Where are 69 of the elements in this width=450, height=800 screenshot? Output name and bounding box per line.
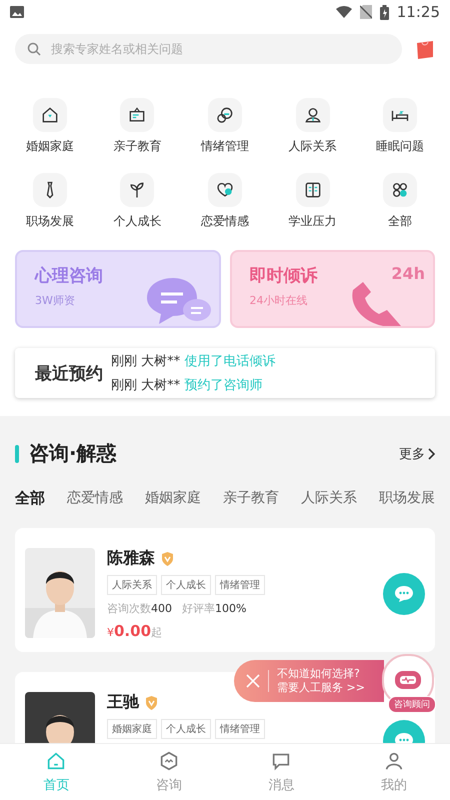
search-bar[interactable]: 搜索专家姓名或相关问题 [15, 34, 402, 64]
filter-tab[interactable]: 恋爱情感 [67, 489, 123, 508]
stat-text: 好评率100% [182, 601, 246, 616]
booking-line: 刚刚 大树** 预约了咨询师 [111, 377, 264, 394]
category-button[interactable] [120, 173, 154, 207]
bubbles-icon [214, 105, 235, 125]
robot-icon [393, 668, 423, 692]
topic-tag: 婚姻家庭 [107, 719, 157, 739]
category-label[interactable]: 个人成长 [113, 213, 162, 230]
category-label[interactable]: 睡眠问题 [376, 138, 424, 155]
chevron-right-icon [427, 448, 435, 460]
category-label[interactable]: 人际关系 [288, 138, 337, 155]
stat-text: 咨询次数400 [107, 601, 172, 616]
close-icon [246, 674, 260, 688]
category-label[interactable]: 情绪管理 [200, 138, 249, 155]
filter-tab[interactable]: 职场发展 [379, 489, 435, 508]
category-button[interactable] [383, 173, 418, 207]
banner-title: 即时倾诉 [250, 265, 318, 287]
book-icon [302, 180, 323, 200]
category-label[interactable]: 婚姻家庭 [26, 138, 74, 155]
category-button[interactable] [32, 98, 67, 132]
topic-tag: 人际关系 [107, 575, 157, 595]
price-text: ¥0.00起 [107, 622, 164, 640]
filter-tab[interactable]: 全部 [15, 489, 45, 508]
category-button[interactable] [208, 98, 242, 132]
expert-name: 陈雅森 [107, 548, 155, 569]
search-icon [27, 42, 41, 56]
hours-label: 24h [391, 264, 425, 283]
gift-bag-icon[interactable] [416, 39, 434, 59]
wifi-icon [336, 6, 352, 18]
category-label[interactable]: 职场发展 [26, 213, 74, 230]
verified-shield-icon [161, 552, 174, 566]
filter-tab[interactable]: 亲子教育 [223, 489, 279, 508]
category-button[interactable] [32, 173, 67, 207]
topic-tag: 情绪管理 [215, 575, 265, 595]
more-link[interactable]: 更多 [399, 444, 435, 462]
category-label[interactable]: 全部 [388, 213, 412, 230]
category-button[interactable] [120, 98, 154, 132]
category-label[interactable]: 学业压力 [288, 213, 337, 230]
section-title: 咨询·解惑 [29, 440, 117, 467]
category-button[interactable] [208, 173, 242, 207]
category-button[interactable] [296, 98, 330, 132]
status-time: 11:25 [396, 3, 440, 21]
filter-tab[interactable]: 人际关系 [301, 489, 357, 508]
banner-subtitle: 3W师资 [35, 293, 75, 308]
category-button[interactable] [383, 98, 418, 132]
topic-tag: 情绪管理 [215, 719, 265, 739]
category-button[interactable] [296, 173, 330, 207]
filter-tab[interactable]: 婚姻家庭 [145, 489, 201, 508]
person-icon [302, 105, 323, 125]
expert-name: 王驰 [107, 692, 139, 713]
topic-tag: 个人成长 [161, 575, 211, 595]
battery-icon [380, 4, 389, 20]
advisor-badge: 咨询顾问 [388, 696, 436, 713]
gallery-icon [10, 6, 24, 18]
category-label[interactable]: 恋爱情感 [200, 213, 249, 230]
no-sim-icon [360, 5, 372, 19]
topic-tag: 个人成长 [161, 719, 211, 739]
booking-line: 刚刚 大树** 使用了电话倾诉 [111, 353, 276, 370]
expert-card[interactable]: 陈雅森 人际关系 个人成长 情绪管理 咨询次数400 好评率100% ¥0.00起 [15, 528, 435, 652]
recent-title: 最近预约 [34, 362, 103, 384]
chat-icon [394, 585, 414, 603]
section-marker [15, 444, 19, 462]
verified-shield-icon [145, 696, 158, 710]
search-field[interactable]: 搜索专家姓名或相关问题 [49, 41, 390, 57]
banner-title: 心理咨询 [35, 265, 103, 287]
category-label[interactable]: 亲子教育 [113, 138, 162, 155]
banner-subtitle: 24小时在线 [250, 293, 308, 308]
house-icon [40, 105, 60, 125]
